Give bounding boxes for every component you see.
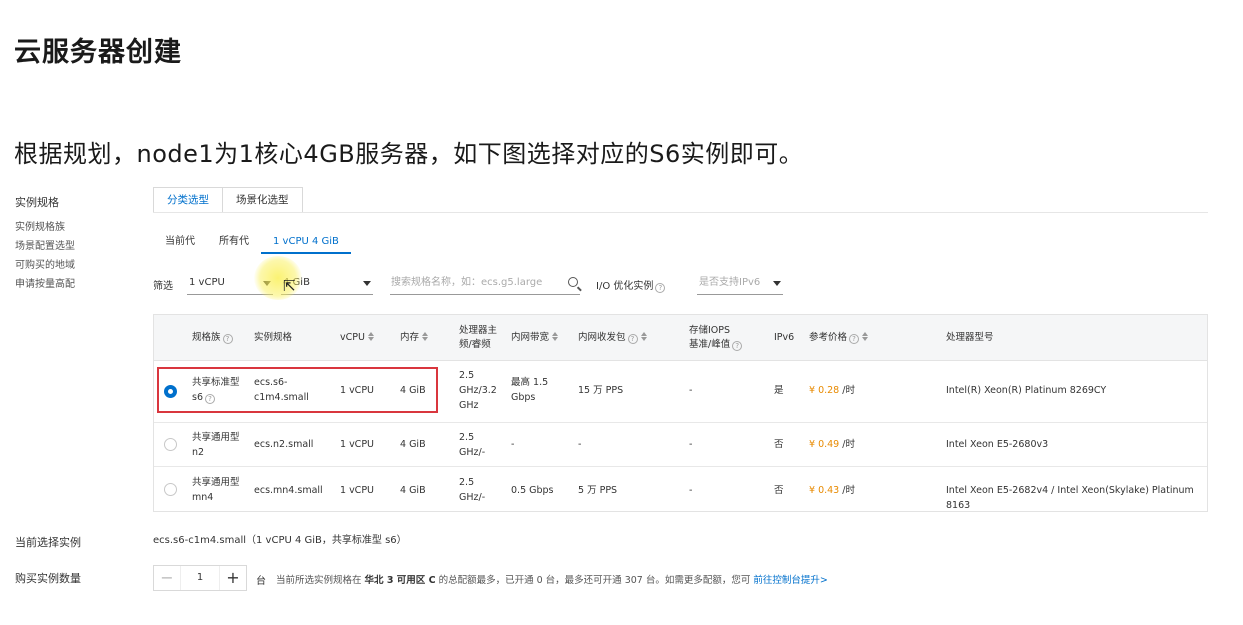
- row-price: ¥ 0.49 /时: [809, 439, 855, 450]
- filter-label: 筛选: [153, 281, 173, 292]
- row-cpu-model: Intel(R) Xeon(R) Platinum 8269CY: [946, 385, 1107, 396]
- left-link-scene[interactable]: 场景配置选型: [15, 237, 75, 256]
- quota-note: 当前所选实例规格在 华北 3 可用区 C 的总配额最多，已开通 0 台，最多还可…: [276, 575, 828, 586]
- row-ipv6: 否: [774, 439, 784, 450]
- vcpu-select-value: 1 vCPU: [189, 277, 225, 288]
- row-frequency: 2.5 GHz/-: [459, 477, 486, 503]
- sort-icon: [552, 332, 559, 341]
- table-row[interactable]: 共享通用型 mn4 ecs.mn4.small 1 vCPU 4 GiB 2.5 G…: [154, 467, 1207, 511]
- row-ipv6: 是: [774, 385, 784, 396]
- help-icon[interactable]: ?: [655, 283, 666, 293]
- row-frequency: 2.5 GHz/3.2 GHz: [459, 370, 497, 411]
- header-ipv6: IPv6: [774, 332, 795, 343]
- increment-button[interactable]: +: [220, 566, 246, 590]
- left-link-family[interactable]: 实例规格族: [15, 218, 75, 237]
- left-link-apply[interactable]: 申请按量高配: [15, 275, 75, 294]
- row-ipv6: 否: [774, 485, 784, 496]
- header-frequency: 处理器主 频/睿频: [459, 325, 498, 350]
- quantity-label: 购买实例数量: [15, 572, 81, 585]
- header-memory[interactable]: 内存: [400, 331, 429, 345]
- chevron-down-icon: [773, 281, 781, 286]
- header-price[interactable]: 参考价格?: [809, 331, 869, 345]
- row-radio[interactable]: [164, 483, 177, 496]
- tabs-divider: [153, 212, 1208, 213]
- tab-current-gen[interactable]: 当前代: [153, 232, 207, 254]
- generation-tabs: 当前代 所有代 1 vCPU 4 GiB: [153, 232, 351, 254]
- chevron-down-icon: [363, 281, 371, 286]
- row-vcpu: 1 vCPU: [340, 439, 375, 450]
- tab-1vcpu-4gib[interactable]: 1 vCPU 4 GiB: [261, 232, 351, 254]
- mouse-cursor-icon: ⇱: [283, 277, 296, 295]
- ipv6-select-placeholder: 是否支持IPv6: [699, 277, 761, 288]
- header-spec: 实例规格: [254, 332, 293, 343]
- help-icon: ?: [849, 334, 860, 344]
- quota-increase-link[interactable]: 前往控制台提升>: [753, 575, 827, 586]
- header-bandwidth[interactable]: 内网带宽: [511, 331, 559, 345]
- table-header: 规格族? 实例规格 vCPU 内存 处理器主 频/睿频 内网带宽 内网收发包? 存…: [154, 315, 1207, 361]
- row-frequency: 2.5 GHz/-: [459, 432, 486, 458]
- row-iops: -: [689, 485, 693, 496]
- row-family: 共享通用型 n2: [192, 432, 240, 458]
- table-row[interactable]: 共享通用型 n2 ecs.n2.small 1 vCPU 4 GiB 2.5 GHz…: [154, 423, 1207, 467]
- row-price: ¥ 0.43 /时: [809, 485, 855, 496]
- row-bandwidth: -: [511, 439, 515, 450]
- io-optimized-label: I/O 优化实例?: [596, 277, 666, 293]
- tab-scenario-selection[interactable]: 场景化选型: [222, 187, 303, 213]
- row-bandwidth: 0.5 Gbps: [511, 485, 554, 496]
- quantity-stepper: − 1 +: [153, 565, 247, 591]
- row-iops: -: [689, 439, 693, 450]
- intro-text: 根据规划，node1为1核心4GB服务器，如下图选择对应的S6实例即可。: [14, 140, 804, 168]
- row-cpu-model: Intel Xeon E5-2682v4 / Intel Xeon(Skylak…: [946, 485, 1194, 511]
- row-spec: ecs.n2.small: [254, 439, 314, 450]
- sort-icon: [367, 332, 374, 341]
- spec-search-input[interactable]: 搜索规格名称，如：ecs.g5.large: [390, 273, 580, 295]
- left-link-region[interactable]: 可购买的地域: [15, 256, 75, 275]
- filter-row: 筛选 1 vCPU 4 GiB 搜索规格名称，如：ecs.g5.large I/…: [153, 273, 793, 295]
- row-radio[interactable]: [164, 438, 177, 451]
- tab-all-gen[interactable]: 所有代: [207, 232, 261, 254]
- sort-icon: [862, 332, 869, 341]
- row-pps: 5 万 PPS: [578, 485, 618, 496]
- tab-category-selection[interactable]: 分类选型: [153, 187, 223, 213]
- instance-spec-table: 规格族? 实例规格 vCPU 内存 处理器主 频/睿频 内网带宽 内网收发包? 存…: [153, 314, 1208, 512]
- row-pps: 15 万 PPS: [578, 385, 624, 396]
- selection-highlight-box: [157, 367, 438, 413]
- quantity-input[interactable]: 1: [180, 566, 220, 590]
- row-bandwidth: 最高 1.5 Gbps: [511, 377, 549, 403]
- header-cpu-model: 处理器型号: [946, 332, 994, 343]
- current-selection-label: 当前选择实例: [15, 536, 81, 549]
- header-iops: 存储IOPS 基准/峰值?: [689, 324, 743, 352]
- decrement-button[interactable]: −: [154, 566, 180, 590]
- instance-spec-label: 实例规格: [15, 196, 59, 209]
- quota-region: 华北 3 可用区 C: [364, 575, 436, 586]
- search-icon[interactable]: [568, 277, 578, 287]
- header-pps[interactable]: 内网收发包?: [578, 331, 647, 345]
- help-icon: ?: [732, 341, 743, 351]
- left-label-column: 实例规格 实例规格族 场景配置选型 可购买的地域 申请按量高配: [15, 194, 75, 294]
- row-vcpu: 1 vCPU: [340, 485, 375, 496]
- page-title: 云服务器创建: [14, 37, 182, 68]
- header-vcpu[interactable]: vCPU: [340, 331, 374, 345]
- quantity-unit: 台: [256, 576, 266, 587]
- selection-mode-tabs: 分类选型 场景化选型: [153, 187, 303, 213]
- current-selection-value: ecs.s6-c1m4.small（1 vCPU 4 GiB，共享标准型 s6）: [153, 535, 407, 546]
- search-placeholder: 搜索规格名称，如：ecs.g5.large: [391, 277, 543, 288]
- row-pps: -: [578, 439, 582, 450]
- ipv6-select[interactable]: 是否支持IPv6: [697, 273, 783, 295]
- row-iops: -: [689, 385, 693, 396]
- header-family: 规格族?: [192, 331, 233, 345]
- sort-icon: [640, 332, 647, 341]
- help-icon: ?: [627, 334, 638, 344]
- row-price: ¥ 0.28 /时: [809, 385, 855, 396]
- sort-icon: [422, 332, 429, 341]
- help-icon[interactable]: ?: [222, 334, 233, 344]
- row-cpu-model: Intel Xeon E5-2680v3: [946, 439, 1049, 450]
- row-memory: 4 GiB: [400, 439, 426, 450]
- row-memory: 4 GiB: [400, 485, 426, 496]
- row-spec: ecs.mn4.small: [254, 485, 323, 496]
- row-family: 共享通用型 mn4: [192, 477, 240, 503]
